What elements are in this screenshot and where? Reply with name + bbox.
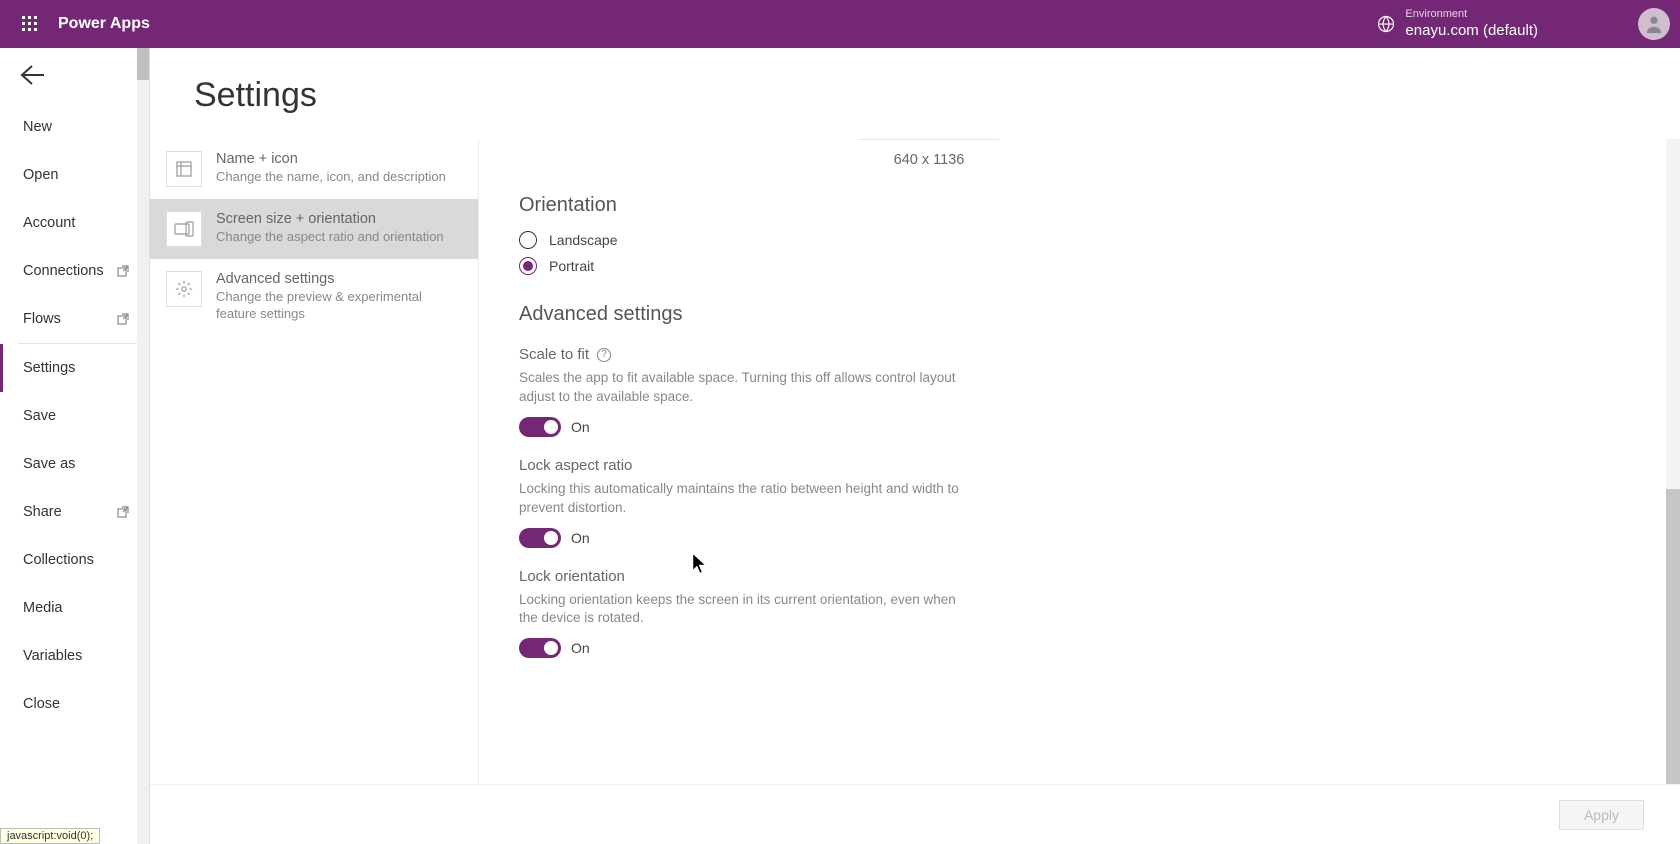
- toggle-scale-to-fit[interactable]: [519, 417, 561, 437]
- footer: Apply: [150, 784, 1680, 844]
- sidebar-item-share[interactable]: Share: [0, 488, 149, 536]
- help-icon[interactable]: ?: [597, 348, 611, 362]
- name-icon-icon: [166, 151, 202, 187]
- radio-icon: [519, 257, 537, 275]
- status-bar: javascript:void(0);: [0, 828, 100, 844]
- sidebar-item-open[interactable]: Open: [0, 151, 149, 199]
- sidebar: New Open Account Connections Flows Setti…: [0, 48, 150, 844]
- sidebar-item-close[interactable]: Close: [0, 680, 149, 728]
- radio-portrait[interactable]: Portrait: [519, 257, 1640, 275]
- back-button[interactable]: [0, 48, 149, 103]
- sidebar-item-flows[interactable]: Flows: [0, 295, 149, 343]
- sidebar-item-account[interactable]: Account: [0, 199, 149, 247]
- environment-value: enayu.com (default): [1405, 22, 1538, 40]
- advanced-heading: Advanced settings: [519, 303, 1640, 326]
- page-title: Settings: [150, 48, 1680, 139]
- apply-button[interactable]: Apply: [1559, 800, 1644, 830]
- sidebar-item-variables[interactable]: Variables: [0, 632, 149, 680]
- gear-icon: [166, 271, 202, 307]
- sidebar-item-settings[interactable]: Settings: [0, 344, 149, 392]
- setting-lock-aspect: Lock aspect ratio Locking this automatic…: [519, 457, 1640, 548]
- globe-icon: [1377, 15, 1395, 33]
- radio-icon: [519, 231, 537, 249]
- tab-name-icon[interactable]: Name + icon Change the name, icon, and d…: [150, 139, 478, 199]
- sidebar-item-media[interactable]: Media: [0, 584, 149, 632]
- app-title: Power Apps: [58, 15, 150, 33]
- screen-size-icon: [166, 211, 202, 247]
- toggle-lock-aspect[interactable]: [519, 528, 561, 548]
- sidebar-item-save[interactable]: Save: [0, 392, 149, 440]
- setting-lock-orientation: Lock orientation Locking orientation kee…: [519, 568, 1640, 659]
- sidebar-scrollbar[interactable]: [137, 48, 149, 844]
- radio-landscape[interactable]: Landscape: [519, 231, 1640, 249]
- popout-icon: [117, 265, 129, 277]
- settings-detail: 640 x 1136 Orientation Landscape Portrai…: [478, 139, 1680, 784]
- popout-icon: [117, 506, 129, 518]
- orientation-heading: Orientation: [519, 194, 1640, 217]
- sidebar-item-connections[interactable]: Connections: [0, 247, 149, 295]
- toggle-lock-orientation[interactable]: [519, 638, 561, 658]
- tab-screen-size[interactable]: Screen size + orientation Change the asp…: [150, 199, 478, 259]
- settings-tabs: Name + icon Change the name, icon, and d…: [150, 139, 478, 784]
- sidebar-item-save-as[interactable]: Save as: [0, 440, 149, 488]
- dimensions-label: 640 x 1136: [859, 139, 999, 180]
- sidebar-item-new[interactable]: New: [0, 103, 149, 151]
- waffle-icon[interactable]: [10, 4, 50, 44]
- sidebar-item-collections[interactable]: Collections: [0, 536, 149, 584]
- environment-selector[interactable]: Environment enayu.com (default): [1377, 8, 1538, 39]
- environment-label: Environment: [1405, 8, 1538, 21]
- tab-advanced-settings[interactable]: Advanced settings Change the preview & e…: [150, 259, 478, 335]
- popout-icon: [117, 313, 129, 325]
- setting-scale-to-fit: Scale to fit ? Scales the app to fit ava…: [519, 346, 1640, 437]
- user-avatar[interactable]: [1638, 8, 1670, 40]
- content-scrollbar[interactable]: [1666, 139, 1680, 784]
- header-bar: Power Apps Environment enayu.com (defaul…: [0, 0, 1680, 48]
